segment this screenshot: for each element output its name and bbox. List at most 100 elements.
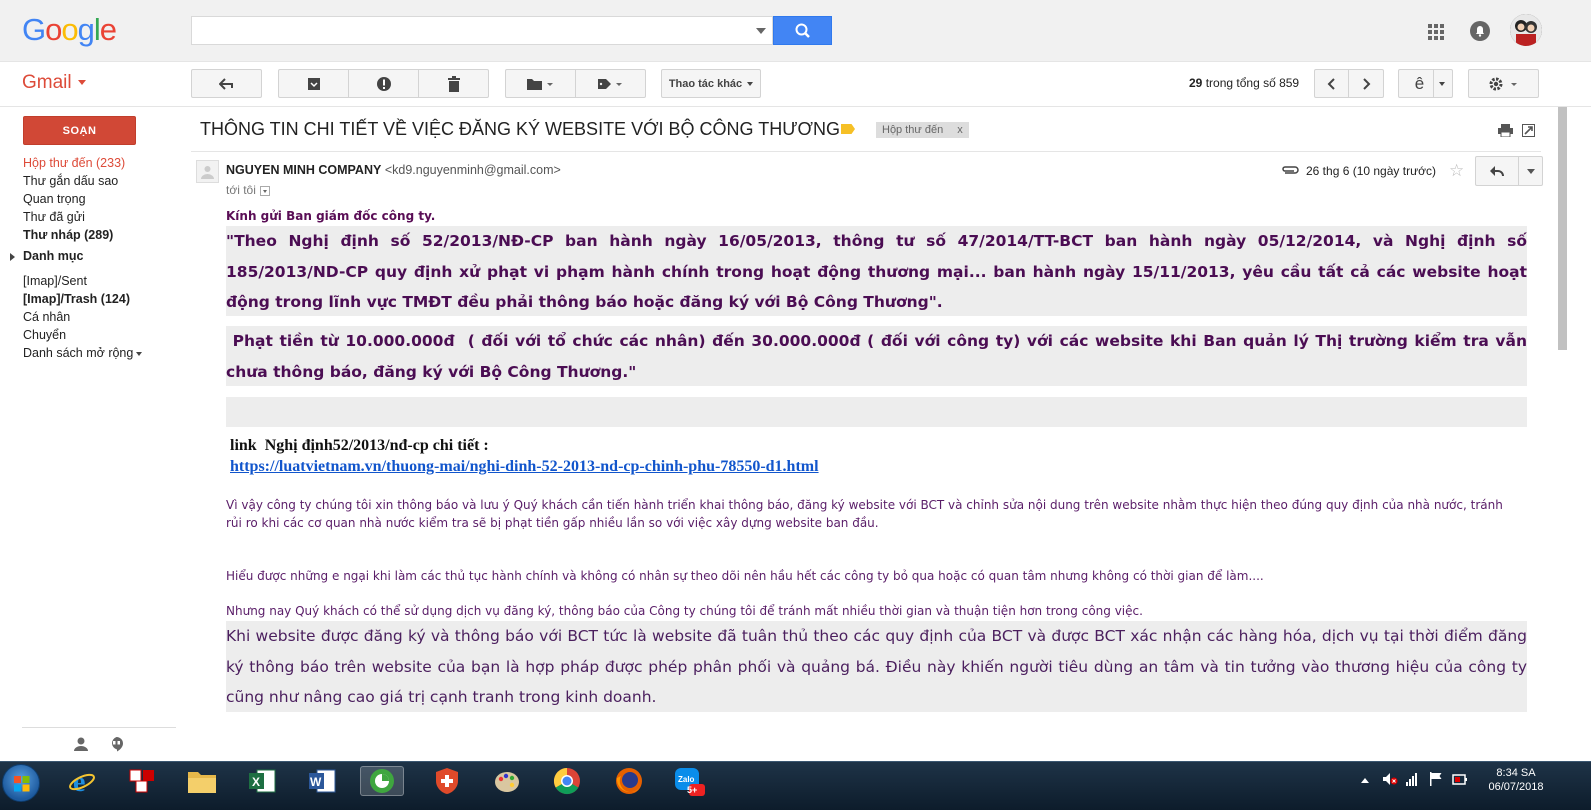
sidebar-item-imap-sent[interactable]: [Imap]/Sent [23, 272, 183, 290]
chevron-down-icon [136, 351, 143, 356]
search-box[interactable] [191, 16, 773, 45]
search-icon [795, 23, 810, 38]
sidebar-item-inbox[interactable]: Hộp thư đến (233) [23, 154, 183, 172]
unikey-icon [129, 769, 154, 793]
newer-button[interactable] [1314, 69, 1349, 98]
sidebar-section-categories[interactable]: Danh mục [10, 249, 83, 263]
contacts-person-icon[interactable] [73, 737, 89, 751]
hangouts-icon[interactable] [109, 736, 124, 752]
show-hidden-icons-chevron-up-icon[interactable] [1361, 777, 1369, 783]
archive-button[interactable] [278, 69, 349, 98]
gear-icon [1489, 77, 1517, 90]
decree-link[interactable]: https://luatvietnam.vn/thuong-mai/nghi-d… [230, 458, 819, 476]
remove-label-close-icon[interactable]: x [957, 124, 963, 136]
reply-arrow-icon [1490, 166, 1504, 177]
notifications-bell-icon[interactable] [1468, 16, 1492, 46]
sidebar-item-starred[interactable]: Thư gắn dấu sao [23, 172, 183, 190]
account-avatar[interactable] [1510, 14, 1542, 46]
shield-icon [436, 768, 458, 794]
report-spam-button[interactable] [348, 69, 419, 98]
more-actions-button[interactable]: Thao tác khác [661, 69, 761, 98]
quote-text-1: "Theo Nghị định số 52/2013/NĐ-CP ban hàn… [226, 232, 1527, 311]
search-input[interactable] [192, 17, 732, 44]
word-icon: W [309, 769, 336, 793]
spam-alert-icon [376, 76, 391, 91]
paragraph-1: Vì vậy công ty chúng tôi xin thông báo v… [226, 498, 1503, 530]
compose-button[interactable]: SOẠN [23, 116, 136, 145]
volume-muted-icon[interactable] [1382, 772, 1398, 786]
taskbar-zalo[interactable]: Zalo 5+ [667, 766, 711, 796]
taskbar-clock[interactable]: 8:34 SA 06/07/2018 [1484, 766, 1548, 794]
taskbar-explorer[interactable] [180, 766, 224, 796]
sidebar-item-more[interactable]: Danh sách mở rộng [23, 344, 183, 362]
star-icon[interactable]: ☆ [1449, 161, 1464, 181]
open-new-window-icon[interactable] [1522, 124, 1535, 137]
taskbar-firefox[interactable] [607, 766, 651, 796]
logo-letter: G [22, 12, 46, 47]
important-marker-icon[interactable] [841, 124, 855, 134]
inbox-chip-label: Hộp thư đến [882, 124, 944, 136]
back-button[interactable] [191, 69, 262, 98]
delete-button[interactable] [418, 69, 489, 98]
search-options-chevron-down-icon[interactable] [756, 28, 766, 34]
input-tools-button[interactable]: ê [1398, 69, 1453, 98]
taskbar-chrome[interactable] [545, 766, 589, 796]
sidebar-divider [22, 727, 176, 728]
chevron-right-icon [1363, 77, 1371, 90]
google-logo[interactable]: Google [22, 12, 117, 48]
sidebar-item-important[interactable]: Quan trọng [23, 190, 183, 208]
email-greeting: Kính gửi Ban giám đốc công ty. [226, 209, 436, 223]
excel-icon: X [249, 769, 276, 793]
more-reply-options-chevron-down-icon[interactable] [1527, 169, 1535, 174]
paint-palette-icon [495, 772, 519, 792]
network-signal-icon[interactable] [1406, 772, 1420, 786]
move-to-button[interactable] [505, 69, 576, 98]
archive-icon [307, 77, 320, 90]
zalo-badge: 5+ [687, 785, 698, 795]
recipient: tới tôi [226, 183, 270, 197]
taskbar-ie[interactable]: e [60, 766, 104, 796]
expand-triangle-icon [10, 253, 15, 261]
reply-button[interactable] [1475, 156, 1543, 186]
sidebar-item-personal[interactable]: Cá nhân [23, 308, 183, 326]
quote-text-2: Phạt tiền từ 10.000.000đ ( đối với tổ ch… [226, 332, 1533, 381]
taskbar-word[interactable]: W [300, 766, 344, 796]
sidebar-item-sent[interactable]: Thư đã gửi [23, 208, 183, 226]
gmail-menu[interactable]: Gmail [22, 72, 86, 94]
taskbar-unikey[interactable] [120, 766, 164, 796]
print-icon[interactable] [1498, 124, 1513, 137]
link-label: link Nghị định52/2013/nđ-cp chi tiết : [230, 437, 489, 454]
compose-label: SOẠN [62, 124, 97, 137]
sender[interactable]: NGUYEN MINH COMPANY <kd9.nguyenminh@gmai… [226, 163, 561, 177]
start-button[interactable] [2, 764, 40, 802]
labels-button[interactable] [575, 69, 646, 98]
quote-block-1: "Theo Nghị định số 52/2013/NĐ-CP ban hàn… [226, 226, 1527, 316]
logo-letter: o [61, 12, 78, 47]
chevron-down-icon [747, 81, 754, 86]
counter-current: 29 [1189, 76, 1203, 90]
sidebar-item-travel[interactable]: Chuyển [23, 326, 183, 344]
power-battery-icon[interactable] [1452, 772, 1468, 786]
taskbar-coccoc[interactable] [360, 766, 404, 796]
taskbar-paint[interactable] [485, 766, 529, 796]
settings-button[interactable] [1468, 69, 1539, 98]
coccoc-browser-icon [370, 769, 394, 793]
sidebar-item-drafts[interactable]: Thư nháp (289) [23, 226, 183, 244]
attachment-paperclip-icon [1282, 166, 1299, 174]
search-button[interactable] [773, 16, 832, 45]
logo-letter: o [45, 12, 62, 47]
action-center-flag-icon[interactable] [1429, 772, 1443, 786]
sidebar-item-imap-trash[interactable]: [Imap]/Trash (124) [23, 290, 183, 308]
more-label: Danh sách mở rộng [23, 346, 134, 360]
taskbar-excel[interactable]: X [240, 766, 284, 796]
older-button[interactable] [1348, 69, 1384, 98]
input-tools-label: ê [1414, 73, 1425, 93]
show-details-chevron-icon[interactable] [259, 185, 270, 196]
folder-icon [526, 78, 553, 90]
windows-taskbar [0, 761, 1591, 810]
scrollbar-thumb[interactable] [1558, 107, 1567, 350]
chevron-down-icon [1439, 82, 1445, 86]
taskbar-antivirus[interactable] [425, 766, 469, 796]
apps-grid-icon[interactable] [1425, 16, 1447, 46]
logo-letter: g [77, 12, 95, 47]
